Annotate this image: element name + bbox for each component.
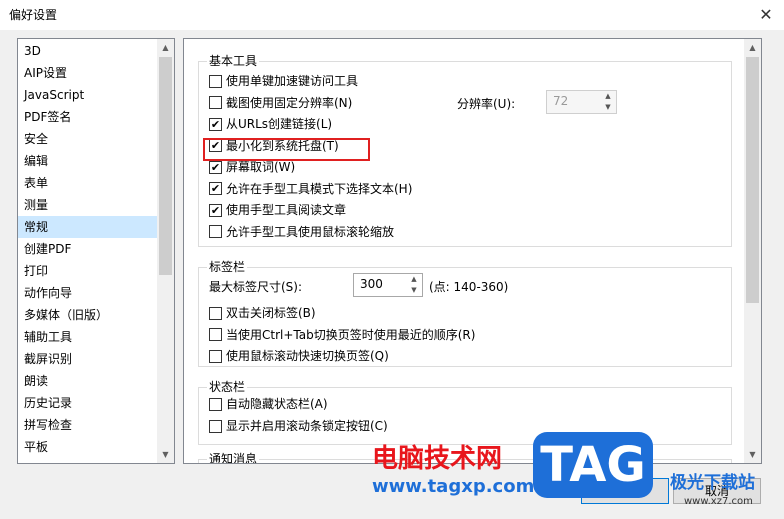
- basic-tool-option-checkbox[interactable]: ✔: [209, 203, 222, 217]
- tab-bar-option-label: 当使用Ctrl+Tab切换页签时使用最近的顺序(R): [226, 327, 476, 342]
- tab-bar-option-row[interactable]: 使用鼠标滚动快速切换页签(Q): [209, 347, 389, 365]
- category-item[interactable]: 打印: [18, 260, 157, 282]
- resolution-down-icon[interactable]: ▼: [600, 102, 616, 113]
- resolution-stepper[interactable]: 72 ▲ ▼: [546, 90, 617, 114]
- basic-tool-option-label: 从URLs创建链接(L): [226, 117, 333, 131]
- tab-bar-option-checkbox[interactable]: [209, 306, 222, 320]
- scroll-thumb[interactable]: [159, 57, 172, 275]
- basic-tool-option-checkbox[interactable]: [209, 225, 222, 238]
- resolution-up-icon[interactable]: ▲: [600, 91, 616, 102]
- max-tab-size-label: 最大标签尺寸(S):: [209, 280, 303, 294]
- basic-tool-option-label: 使用单键加速键访问工具: [226, 74, 359, 88]
- basic-tool-option-label: 允许手型工具使用鼠标滚轮缩放: [226, 224, 395, 239]
- category-item[interactable]: 拼写检查: [18, 414, 157, 436]
- tab-bar-option-row[interactable]: 当使用Ctrl+Tab切换页签时使用最近的顺序(R): [209, 326, 475, 344]
- category-item[interactable]: 朗读: [18, 370, 157, 392]
- basic-tool-option-label: 允许在手型工具模式下选择文本(H): [226, 181, 413, 196]
- basic-tool-option-checkbox[interactable]: ✔: [209, 139, 222, 152]
- tab-bar-option-row[interactable]: 双击关闭标签(B): [209, 304, 316, 322]
- tab-bar-group: 标签栏 最大标签尺寸(S): 300 ▲ ▼ (点: 140-360) 双击关闭…: [198, 259, 732, 367]
- basic-tool-option-row[interactable]: ✔ 使用手型工具阅读文章: [209, 201, 346, 219]
- status-bar-title: 状态栏: [207, 379, 248, 395]
- status-bar-option-row[interactable]: 自动隐藏状态栏(A): [209, 395, 328, 413]
- category-item[interactable]: 截屏识别: [18, 348, 157, 370]
- category-item[interactable]: 平板: [18, 436, 157, 458]
- watermark-site-name: 电脑技术网: [372, 444, 503, 474]
- window-title: 偏好设置: [9, 8, 58, 22]
- watermark-site-url: www.tagxp.com: [372, 476, 535, 497]
- settings-scrollbar[interactable]: ▲ ▼: [744, 39, 761, 463]
- basic-tool-option-label: 屏幕取词(W): [226, 160, 296, 174]
- basic-tool-option-row[interactable]: 允许手型工具使用鼠标滚轮缩放: [209, 223, 394, 241]
- tab-bar-option-label: 双击关闭标签(B): [226, 306, 316, 320]
- checkmark-icon: ✔: [210, 182, 221, 195]
- checkmark-icon: ✔: [210, 117, 221, 131]
- category-item[interactable]: 多媒体（旧版）: [18, 304, 157, 326]
- title-bar: 偏好设置 ✕: [0, 0, 784, 30]
- category-item[interactable]: 辅助工具: [18, 326, 157, 348]
- watermark-corner-name: 极光下载站: [670, 473, 755, 493]
- basic-tool-option-checkbox[interactable]: ✔: [209, 182, 222, 195]
- settings-scroll-thumb[interactable]: [746, 57, 759, 303]
- checkmark-icon: ✔: [210, 203, 221, 217]
- resolution-label: 分辨率(U):: [457, 97, 516, 111]
- scroll-up-icon[interactable]: ▲: [157, 39, 174, 56]
- status-bar-option-row[interactable]: 显示并启用滚动条锁定按钮(C): [209, 417, 388, 435]
- watermark-tag-badge: TAG: [533, 432, 653, 498]
- basic-tool-option-label: 最小化到系统托盘(T): [226, 138, 339, 153]
- max-tab-size-up-icon[interactable]: ▲: [406, 274, 422, 285]
- category-item[interactable]: 历史记录: [18, 392, 157, 414]
- max-tab-size-hint: (点: 140-360): [429, 280, 509, 294]
- basic-tool-option-row[interactable]: 截图使用固定分辨率(N): [209, 94, 352, 112]
- tab-bar-option-label: 使用鼠标滚动快速切换页签(Q): [226, 349, 389, 363]
- category-item[interactable]: 动作向导: [18, 282, 157, 304]
- basic-tool-option-checkbox[interactable]: [209, 74, 222, 88]
- resolution-value: 72: [553, 94, 569, 108]
- tab-bar-option-checkbox[interactable]: [209, 349, 222, 363]
- category-item[interactable]: 3D: [18, 40, 157, 62]
- basic-tool-option-label: 截图使用固定分辨率(N): [226, 95, 353, 110]
- status-bar-option-checkbox[interactable]: [209, 397, 222, 411]
- category-item[interactable]: 编辑: [18, 150, 157, 172]
- max-tab-size-down-icon[interactable]: ▼: [406, 285, 422, 296]
- tab-bar-title: 标签栏: [207, 259, 248, 275]
- max-tab-size-stepper[interactable]: 300 ▲ ▼: [353, 273, 423, 297]
- status-bar-option-label: 显示并启用滚动条锁定按钮(C): [226, 419, 388, 433]
- category-item[interactable]: 安全: [18, 128, 157, 150]
- settings-panel: 基本工具 使用单键加速键访问工具 截图使用固定分辨率(N) ✔ 从URLs创建链接(L…: [183, 38, 762, 464]
- scroll-down-icon[interactable]: ▼: [157, 446, 174, 463]
- basic-tool-option-row[interactable]: ✔ 从URLs创建链接(L): [209, 115, 332, 133]
- basic-tools-title: 基本工具: [207, 53, 260, 69]
- close-icon[interactable]: ✕: [755, 4, 777, 26]
- status-bar-group: 状态栏 自动隐藏状态栏(A) 显示并启用滚动条锁定按钮(C): [198, 379, 732, 445]
- status-bar-option-label: 自动隐藏状态栏(A): [226, 397, 328, 411]
- settings-scroll-down-icon[interactable]: ▼: [744, 446, 761, 463]
- basic-tool-option-row[interactable]: 使用单键加速键访问工具: [209, 72, 358, 90]
- basic-tool-option-row[interactable]: ✔ 允许在手型工具模式下选择文本(H): [209, 180, 412, 198]
- watermark-corner-url: www.xz7.com: [684, 496, 753, 507]
- basic-tools-group: 基本工具 使用单键加速键访问工具 截图使用固定分辨率(N) ✔ 从URLs创建链接(L…: [198, 53, 732, 247]
- tab-bar-option-checkbox[interactable]: [209, 328, 222, 341]
- category-item[interactable]: 常规: [18, 216, 157, 238]
- category-item[interactable]: 创建PDF: [18, 238, 157, 260]
- category-scrollbar[interactable]: ▲ ▼: [157, 39, 174, 463]
- max-tab-size-value: 300: [360, 277, 383, 291]
- checkmark-icon: ✔: [210, 160, 221, 174]
- category-item[interactable]: PDF签名: [18, 106, 157, 128]
- settings-scroll-up-icon[interactable]: ▲: [744, 39, 761, 56]
- category-item[interactable]: 表单: [18, 172, 157, 194]
- basic-tool-option-label: 使用手型工具阅读文章: [226, 203, 347, 217]
- basic-tool-option-row[interactable]: ✔ 最小化到系统托盘(T): [209, 137, 339, 155]
- basic-tool-option-checkbox[interactable]: ✔: [209, 160, 222, 174]
- basic-tool-option-checkbox[interactable]: ✔: [209, 117, 222, 131]
- basic-tool-option-row[interactable]: ✔ 屏幕取词(W): [209, 158, 295, 176]
- checkmark-icon: ✔: [210, 139, 221, 152]
- category-list: 3D AIP设置 JavaScript PDF签名 安全 编辑 表单 测量 常规 创建PDF 打印动…: [17, 38, 175, 464]
- category-item[interactable]: 测量: [18, 194, 157, 216]
- notifications-title: 通知消息: [207, 451, 260, 463]
- category-item[interactable]: JavaScript: [18, 84, 157, 106]
- category-item[interactable]: AIP设置: [18, 62, 157, 84]
- basic-tool-option-checkbox[interactable]: [209, 96, 222, 109]
- status-bar-option-checkbox[interactable]: [209, 419, 222, 433]
